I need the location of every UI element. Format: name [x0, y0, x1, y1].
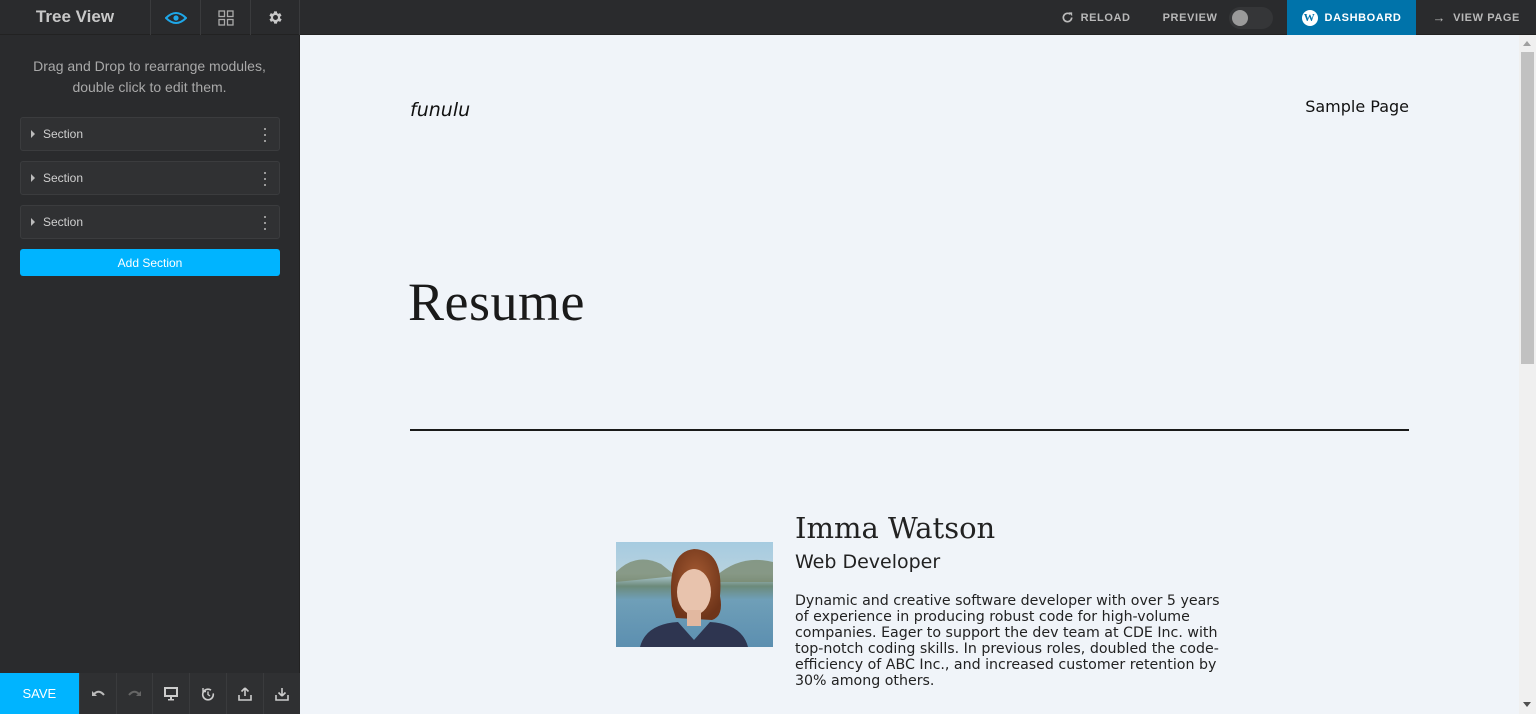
- profile-name: Imma Watson: [795, 511, 996, 545]
- history-icon: [202, 687, 215, 701]
- dashboard-button[interactable]: W DASHBOARD: [1286, 0, 1417, 35]
- page-preview: funulu Sample Page Resume Imma Watson We…: [300, 35, 1519, 714]
- upload-icon: [238, 686, 252, 701]
- eye-icon: [164, 11, 187, 24]
- more-options-icon[interactable]: [264, 128, 267, 142]
- toggle-knob: [1231, 9, 1248, 26]
- reload-icon: [1062, 12, 1073, 23]
- divider: [410, 429, 1409, 431]
- caret-right-icon[interactable]: [31, 218, 35, 226]
- caret-right-icon[interactable]: [31, 130, 35, 138]
- preview-toggle[interactable]: [1228, 6, 1273, 29]
- scrollbar-thumb[interactable]: [1521, 52, 1534, 364]
- undo-button[interactable]: [78, 673, 116, 714]
- profile-photo: [616, 542, 773, 647]
- module-tree: Section Section Section: [20, 117, 280, 249]
- profile-role: Web Developer: [795, 551, 941, 573]
- tree-item-section[interactable]: Section: [20, 205, 280, 239]
- scroll-up-arrow-icon[interactable]: [1523, 41, 1531, 46]
- tree-item-section[interactable]: Section: [20, 161, 280, 195]
- tab-tree-view[interactable]: [150, 0, 200, 35]
- bottom-toolbar: SAVE: [0, 673, 300, 714]
- reload-button[interactable]: RELOAD: [1045, 0, 1147, 35]
- tree-item-label: Section: [43, 215, 84, 229]
- redo-button[interactable]: [115, 673, 153, 714]
- undo-icon: [91, 690, 105, 696]
- save-button[interactable]: SAVE: [0, 673, 79, 714]
- redo-icon: [127, 690, 141, 696]
- grid-icon: [217, 9, 234, 26]
- nav-link-sample-page[interactable]: Sample Page: [1305, 97, 1409, 116]
- portrait-image: [616, 542, 773, 647]
- add-section-button[interactable]: Add Section: [20, 249, 280, 276]
- more-options-icon[interactable]: [264, 216, 267, 230]
- tree-item-label: Section: [43, 127, 84, 141]
- gear-icon: [268, 11, 282, 24]
- export-button[interactable]: [226, 673, 263, 714]
- desktop-icon: [164, 686, 179, 700]
- caret-right-icon[interactable]: [31, 174, 35, 182]
- vertical-scrollbar[interactable]: [1519, 35, 1536, 714]
- preview-label: PREVIEW: [1162, 11, 1218, 24]
- top-actions: RELOAD PREVIEW W DASHBOARD → VIEW PAGE: [1045, 0, 1536, 35]
- import-button[interactable]: [263, 673, 300, 714]
- reload-label: RELOAD: [1080, 11, 1131, 24]
- tab-modules[interactable]: [200, 0, 250, 35]
- page-title: Resume: [408, 272, 585, 332]
- sidebar-hint: Drag and Drop to rearrange modules, doub…: [0, 56, 299, 98]
- tree-item-label: Section: [43, 171, 84, 185]
- responsive-button[interactable]: [152, 673, 189, 714]
- top-bar: Tree View RELOAD PREVIEW W DASHBOARD → V…: [0, 0, 1536, 35]
- view-page-label: VIEW PAGE: [1453, 11, 1520, 24]
- scroll-down-arrow-icon[interactable]: [1523, 702, 1531, 707]
- arrow-right-icon: →: [1432, 10, 1447, 25]
- preview-toggle-group: PREVIEW: [1147, 0, 1287, 35]
- more-options-icon[interactable]: [264, 172, 267, 186]
- tree-item-section[interactable]: Section: [20, 117, 280, 151]
- profile-bio: Dynamic and creative software developer …: [795, 593, 1220, 689]
- sidebar: Drag and Drop to rearrange modules, doub…: [0, 35, 300, 714]
- view-page-button[interactable]: → VIEW PAGE: [1416, 0, 1536, 35]
- dashboard-label: DASHBOARD: [1324, 11, 1402, 24]
- download-icon: [275, 687, 289, 701]
- hint-text: Drag and Drop to rearrange modules, doub…: [33, 58, 266, 95]
- revisions-button[interactable]: [189, 673, 226, 714]
- panel-title: Tree View: [35, 7, 115, 26]
- tab-settings[interactable]: [250, 0, 300, 35]
- site-title[interactable]: funulu: [410, 99, 470, 121]
- wordpress-icon: W: [1301, 9, 1318, 26]
